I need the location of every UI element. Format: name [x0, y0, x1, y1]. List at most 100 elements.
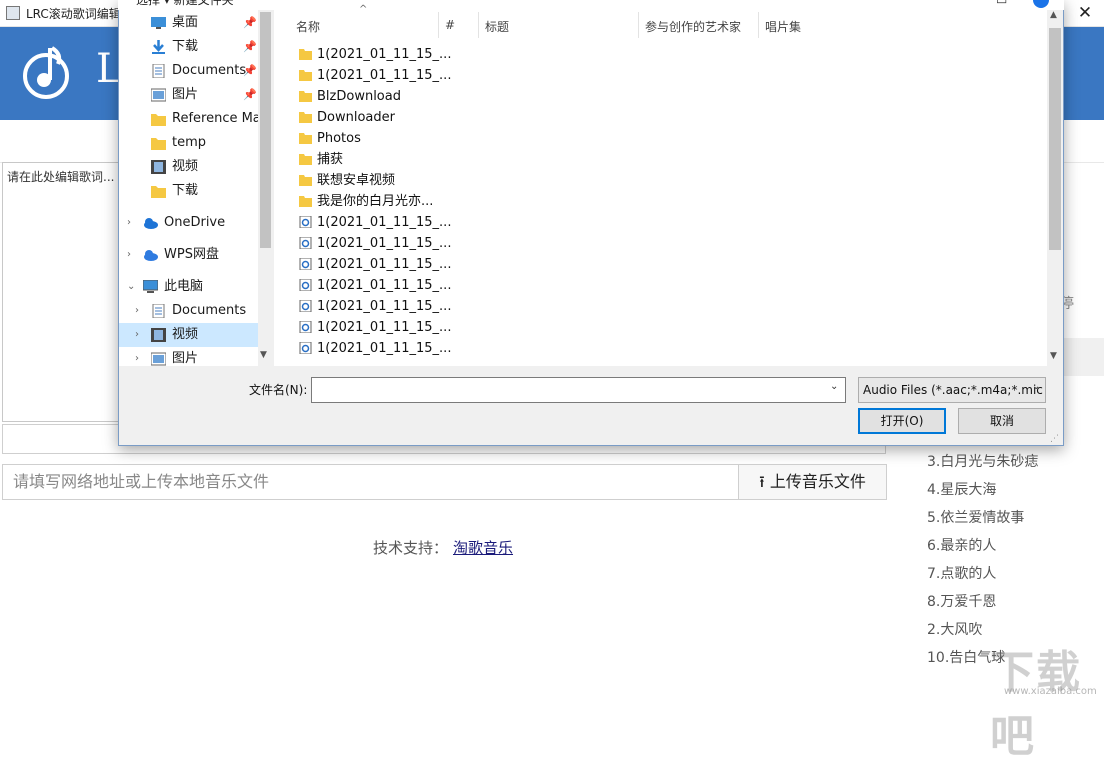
- nav-item-pc-pictures[interactable]: › 图片: [119, 347, 259, 366]
- chevron-right-icon[interactable]: ›: [127, 243, 131, 267]
- view-options-icon[interactable]: ▭: [996, 0, 1007, 7]
- cancel-button[interactable]: 取消: [958, 408, 1046, 434]
- chevron-right-icon[interactable]: ›: [127, 211, 131, 235]
- music-url-input[interactable]: 请填写网络地址或上传本地音乐文件: [2, 464, 738, 500]
- chevron-right-icon[interactable]: ›: [135, 347, 139, 366]
- audio-file-icon: [299, 216, 312, 228]
- lyrics-editor-placeholder: 请在此处编辑歌词...: [7, 168, 114, 185]
- folder-icon: [299, 111, 312, 123]
- upload-icon: ⭱: [759, 472, 765, 491]
- nav-item-label: 图片: [172, 347, 198, 366]
- audio-file-icon: [299, 342, 312, 354]
- folder-icon: [151, 136, 166, 150]
- column-header-name[interactable]: 名称: [296, 18, 320, 35]
- file-name: BlzDownload: [317, 86, 401, 107]
- file-name: 1(2021_01_11_15_...: [317, 212, 451, 233]
- folder-icon: [299, 174, 312, 186]
- nav-item-pictures[interactable]: 图片 📌: [119, 83, 259, 107]
- folder-icon: [299, 90, 312, 102]
- nav-item-documents[interactable]: Documents 📌: [119, 59, 259, 83]
- column-divider[interactable]: [438, 12, 439, 38]
- song-list-item[interactable]: 6.最亲的人: [927, 532, 1038, 560]
- audio-file-icon: [299, 321, 312, 333]
- upload-music-button[interactable]: ⭱ 上传音乐文件: [738, 464, 887, 500]
- tech-support-link[interactable]: 淘歌音乐: [453, 537, 513, 558]
- nav-item-wps-drive[interactable]: › WPS网盘: [119, 243, 259, 267]
- column-divider[interactable]: [758, 12, 759, 38]
- nav-item-label: Documents: [172, 59, 246, 83]
- nav-item-onedrive[interactable]: › OneDrive: [119, 211, 259, 235]
- computer-icon: [143, 280, 158, 294]
- nav-item-videos[interactable]: 视频: [119, 155, 259, 179]
- picture-icon: [151, 88, 166, 102]
- nav-item-desktop[interactable]: 桌面 📌: [119, 11, 259, 35]
- file-name: 我是你的白月光亦...: [317, 191, 433, 212]
- pin-icon: 📌: [243, 83, 257, 107]
- window-close-button[interactable]: ✕: [1066, 0, 1104, 26]
- download-icon: [151, 40, 166, 54]
- chevron-down-icon[interactable]: ⌄: [127, 275, 135, 299]
- column-header-title[interactable]: 标题: [485, 18, 509, 35]
- nav-item-reference-manager[interactable]: Reference Mar: [119, 107, 259, 131]
- file-type-select[interactable]: Audio Files (*.aac;*.m4a;*.mic: [858, 377, 1046, 403]
- scroll-up-arrow-icon[interactable]: ▲: [1050, 10, 1057, 20]
- folder-icon: [299, 195, 312, 207]
- file-name: 1(2021_01_11_15_...: [317, 233, 451, 254]
- file-name: 1(2021_01_11_15_...: [317, 338, 451, 359]
- nav-item-downloads[interactable]: 下载 📌: [119, 35, 259, 59]
- folder-icon: [299, 132, 312, 144]
- nav-item-label: 下载: [172, 179, 198, 203]
- chevron-down-icon[interactable]: ⌄: [1032, 381, 1040, 392]
- filename-input[interactable]: [311, 377, 846, 403]
- resize-grip-icon[interactable]: ⋰: [1050, 434, 1059, 444]
- column-divider[interactable]: [478, 12, 479, 38]
- chevron-right-icon[interactable]: ›: [135, 323, 139, 347]
- song-list-item[interactable]: 8.万爱千恩: [927, 588, 1038, 616]
- file-name: 联想安卓视频: [317, 170, 395, 191]
- app-window-title: LRC滚动歌词编辑: [26, 5, 121, 22]
- desktop-icon: [151, 16, 166, 30]
- file-name: 1(2021_01_11_15_...: [317, 275, 451, 296]
- picture-icon: [151, 352, 166, 366]
- pin-icon: 📌: [243, 11, 257, 35]
- nav-item-pc-documents[interactable]: › Documents: [119, 299, 259, 323]
- chevron-right-icon[interactable]: ›: [135, 299, 139, 323]
- song-list-item[interactable]: 4.星辰大海: [927, 476, 1038, 504]
- audio-file-icon: [299, 300, 312, 312]
- video-icon: [151, 328, 166, 342]
- filename-label: 文件名(N):: [249, 381, 307, 398]
- nav-scrollbar-thumb[interactable]: [260, 12, 271, 248]
- file-name: 1(2021_01_11_15_...: [317, 254, 451, 275]
- column-divider[interactable]: [638, 12, 639, 38]
- video-icon: [151, 160, 166, 174]
- song-list-item[interactable]: 3.白月光与朱砂痣: [927, 448, 1038, 476]
- file-name: 1(2021_01_11_15_...: [317, 296, 451, 317]
- scroll-down-arrow-icon[interactable]: ▼: [260, 350, 267, 360]
- nav-item-downloads-folder[interactable]: 下载: [119, 179, 259, 203]
- folder-icon: [299, 48, 312, 60]
- song-list-item[interactable]: 7.点歌的人: [927, 560, 1038, 588]
- audio-file-icon: [299, 279, 312, 291]
- folder-icon: [151, 184, 166, 198]
- song-list-item[interactable]: 5.依兰爱情故事: [927, 504, 1038, 532]
- cloud-icon: [143, 216, 158, 230]
- file-name: Photos: [317, 128, 361, 149]
- nav-item-this-pc[interactable]: ⌄ 此电脑: [119, 275, 259, 299]
- folder-icon: [299, 69, 312, 81]
- column-header-artists[interactable]: 参与创作的艺术家: [645, 18, 741, 35]
- open-button[interactable]: 打开(O): [858, 408, 946, 434]
- column-header-number[interactable]: #: [445, 18, 455, 32]
- dialog-toolbar-label[interactable]: 选择 ▾ 新建文件夹: [136, 0, 234, 8]
- navigation-pane: 桌面 📌 下载 📌 Documents 📌 图片 📌 Reference Mar…: [119, 10, 273, 366]
- nav-item-label: Documents: [172, 299, 246, 323]
- nav-item-pc-videos[interactable]: › 视频: [119, 323, 259, 347]
- column-header-album[interactable]: 唱片集: [765, 18, 801, 35]
- file-list-scrollbar-thumb[interactable]: [1049, 28, 1061, 250]
- scroll-down-arrow-icon[interactable]: ▼: [1050, 351, 1057, 361]
- chevron-down-icon[interactable]: ⌄: [830, 381, 838, 392]
- nav-item-temp[interactable]: temp: [119, 131, 259, 155]
- file-name: 1(2021_01_11_15_...: [317, 317, 451, 338]
- audio-file-icon: [299, 258, 312, 270]
- nav-item-label: 桌面: [172, 11, 198, 35]
- music-note-logo-icon: [22, 40, 72, 100]
